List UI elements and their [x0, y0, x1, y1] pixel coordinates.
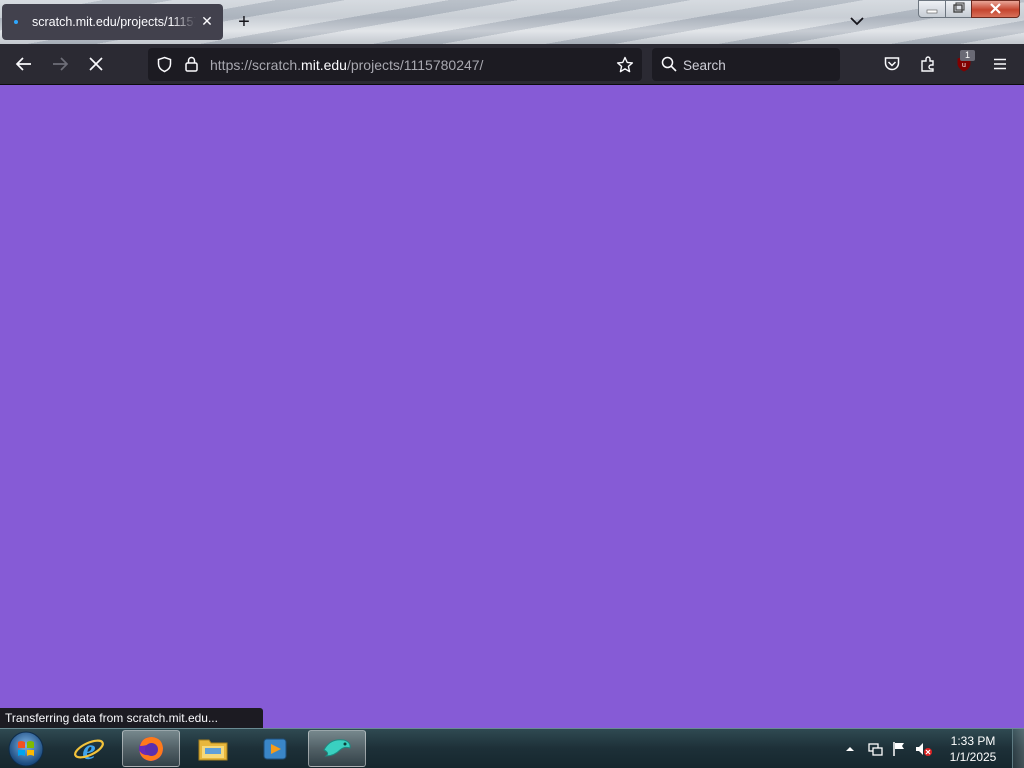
shield-icon[interactable]: [156, 56, 173, 73]
new-tab-icon[interactable]: +: [233, 11, 255, 33]
extensions-icon[interactable]: [916, 52, 940, 76]
search-icon: [661, 56, 677, 72]
bookmark-star-icon[interactable]: [616, 56, 634, 74]
url-bar[interactable]: https://scratch.mit.edu/projects/1115780…: [148, 48, 642, 81]
forward-icon[interactable]: [48, 52, 72, 76]
network-icon[interactable]: [866, 729, 884, 768]
tab-active[interactable]: scratch.mit.edu/projects/1115780247/ ✕: [2, 4, 223, 40]
clock-time: 1:33 PM: [950, 734, 996, 748]
page-content[interactable]: [0, 85, 1024, 728]
tab-title: scratch.mit.edu/projects/1115780247/: [32, 15, 196, 29]
tab-favicon-icon: [14, 20, 18, 24]
stop-icon[interactable]: [84, 52, 108, 76]
lock-icon[interactable]: [184, 56, 199, 73]
media-player-icon[interactable]: [246, 730, 304, 767]
url-path: /projects/1115780247/: [346, 57, 484, 73]
window-minimize-button[interactable]: [918, 0, 946, 18]
url-host: mit.edu: [301, 57, 347, 73]
taskbar: e 1:33 PM 1/1/2025: [0, 728, 1024, 768]
tab-strip: scratch.mit.edu/projects/1115780247/ ✕ +: [0, 0, 1024, 44]
menu-icon[interactable]: [988, 52, 1012, 76]
ublock-badge: 1: [960, 50, 975, 61]
action-center-flag-icon[interactable]: [890, 729, 908, 768]
back-icon[interactable]: [12, 52, 36, 76]
status-panel: Transferring data from scratch.mit.edu..…: [0, 708, 263, 728]
clock-date: 1/1/2025: [949, 750, 997, 764]
svg-text:e: e: [82, 733, 95, 766]
tab-close-icon[interactable]: ✕: [199, 13, 215, 29]
volume-muted-icon[interactable]: [914, 729, 934, 768]
search-placeholder: Search: [683, 58, 726, 73]
app-bird-icon[interactable]: [308, 730, 366, 767]
url-prefix: https://scratch.: [210, 57, 302, 73]
search-bar[interactable]: Search: [652, 48, 840, 81]
pocket-icon[interactable]: [880, 52, 904, 76]
internet-explorer-icon[interactable]: e: [60, 730, 118, 767]
firefox-icon[interactable]: [122, 730, 180, 767]
window-restore-button[interactable]: [945, 0, 972, 18]
tray-overflow-icon[interactable]: [844, 729, 856, 768]
window-close-button[interactable]: [971, 0, 1020, 18]
taskbar-clock[interactable]: 1:33 PM 1/1/2025: [940, 733, 1006, 765]
file-explorer-icon[interactable]: [184, 730, 242, 767]
show-desktop-button[interactable]: [1012, 729, 1024, 768]
navigation-toolbar: https://scratch.mit.edu/projects/1115780…: [0, 44, 1024, 85]
svg-text:u: u: [962, 62, 966, 69]
url-text[interactable]: https://scratch.mit.edu/projects/1115780…: [210, 57, 483, 73]
start-orb-icon[interactable]: [6, 730, 46, 768]
list-tabs-icon[interactable]: [848, 12, 866, 30]
